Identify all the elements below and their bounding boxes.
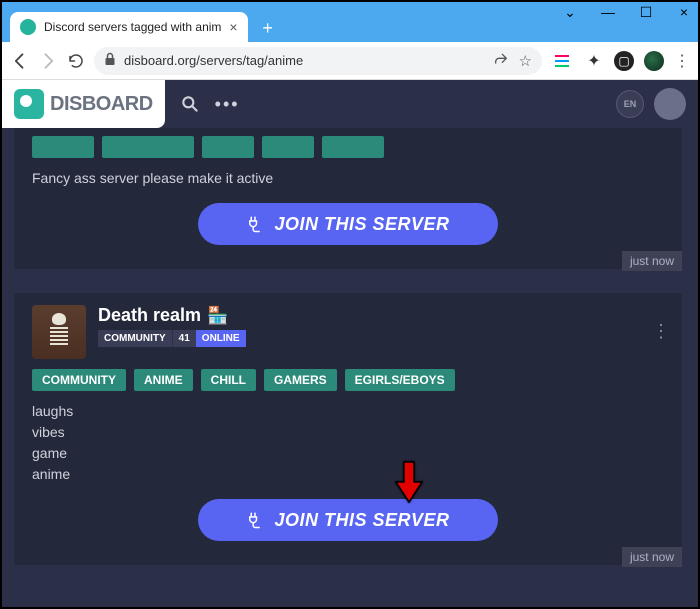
site-header: DISBOARD ••• EN: [2, 80, 698, 128]
extension-icon-1[interactable]: [554, 51, 574, 71]
server-icon-art: [46, 313, 72, 353]
server-card: Death realm 🏪 COMMUNITY 41 ONLINE ⋮ COMM…: [14, 293, 682, 565]
tag[interactable]: [202, 136, 254, 158]
user-avatar[interactable]: [654, 88, 686, 120]
lock-icon: [104, 52, 116, 69]
extensions-row: ✦ ▢ ⋮: [554, 51, 690, 71]
category-badge[interactable]: COMMUNITY: [98, 330, 172, 347]
server-name-text: Death realm: [98, 305, 201, 326]
plug-icon: [246, 511, 264, 529]
extensions-puzzle-icon[interactable]: ✦: [584, 51, 604, 71]
tag[interactable]: GAMERS: [264, 369, 337, 391]
tag[interactable]: [102, 136, 194, 158]
language-selector[interactable]: EN: [616, 90, 644, 118]
timestamp-badge: just now: [622, 251, 682, 271]
reload-button[interactable]: [66, 51, 86, 71]
join-button-label: JOIN THIS SERVER: [274, 214, 449, 235]
search-icon[interactable]: [177, 91, 203, 117]
tag[interactable]: [32, 136, 94, 158]
member-count-badge: 41: [172, 330, 196, 347]
bookmark-star-icon[interactable]: ☆: [519, 52, 532, 70]
tab-favicon: [20, 19, 36, 35]
server-badges: COMMUNITY 41 ONLINE: [98, 330, 664, 347]
window-maximize-icon[interactable]: ☐: [636, 4, 656, 21]
tag[interactable]: COMMUNITY: [32, 369, 126, 391]
server-name[interactable]: Death realm 🏪: [98, 305, 664, 326]
share-icon[interactable]: [493, 51, 509, 71]
window-controls: ⌄ — ☐ ×: [560, 4, 694, 21]
join-button-label: JOIN THIS SERVER: [274, 510, 449, 531]
server-description: laughs vibes game anime: [32, 401, 664, 485]
server-description: Fancy ass server please make it active: [32, 168, 664, 189]
join-server-button[interactable]: JOIN THIS SERVER: [198, 499, 498, 541]
join-server-button[interactable]: JOIN THIS SERVER: [198, 203, 498, 245]
window-dropdown-icon[interactable]: ⌄: [560, 4, 580, 21]
logo-text: DISBOARD: [50, 93, 153, 116]
tag-row: [32, 136, 664, 158]
tag[interactable]: ANIME: [134, 369, 193, 391]
tag[interactable]: CHILL: [201, 369, 256, 391]
profile-avatar-icon[interactable]: [644, 51, 664, 71]
window-close-icon[interactable]: ×: [674, 4, 694, 21]
header-more-icon[interactable]: •••: [215, 94, 240, 115]
tab-close-icon[interactable]: ×: [229, 19, 237, 35]
server-card: Fancy ass server please make it active J…: [14, 128, 682, 269]
logo-mark-icon: [14, 89, 44, 119]
tag-row: COMMUNITY ANIME CHILL GAMERS EGIRLS/EBOYS: [32, 369, 664, 391]
chrome-menu-icon[interactable]: ⋮: [674, 51, 690, 71]
url-text: disboard.org/servers/tag/anime: [124, 53, 303, 68]
browser-tab[interactable]: Discord servers tagged with anim ×: [10, 12, 248, 42]
forward-button[interactable]: [38, 51, 58, 71]
server-emoji: 🏪: [207, 306, 228, 326]
new-tab-button[interactable]: +: [254, 14, 282, 42]
tab-title: Discord servers tagged with anim: [44, 20, 221, 34]
browser-toolbar: disboard.org/servers/tag/anime ☆ ✦ ▢ ⋮: [2, 42, 698, 80]
plug-icon: [246, 215, 264, 233]
browser-titlebar: Discord servers tagged with anim × + ⌄ —…: [2, 2, 698, 42]
disboard-logo[interactable]: DISBOARD: [2, 80, 165, 128]
content-area: Fancy ass server please make it active J…: [2, 128, 698, 607]
tag[interactable]: [322, 136, 384, 158]
extension-icon-2[interactable]: ▢: [614, 51, 634, 71]
back-button[interactable]: [10, 51, 30, 71]
card-menu-icon[interactable]: ⋮: [652, 321, 670, 342]
server-icon[interactable]: [32, 305, 86, 359]
window-minimize-icon[interactable]: —: [598, 4, 618, 21]
tag[interactable]: EGIRLS/EBOYS: [345, 369, 455, 391]
online-status-badge: ONLINE: [196, 330, 246, 347]
timestamp-badge: just now: [622, 547, 682, 567]
address-bar[interactable]: disboard.org/servers/tag/anime ☆: [94, 47, 542, 75]
tag[interactable]: [262, 136, 314, 158]
omnibox-actions: ☆: [493, 51, 532, 71]
